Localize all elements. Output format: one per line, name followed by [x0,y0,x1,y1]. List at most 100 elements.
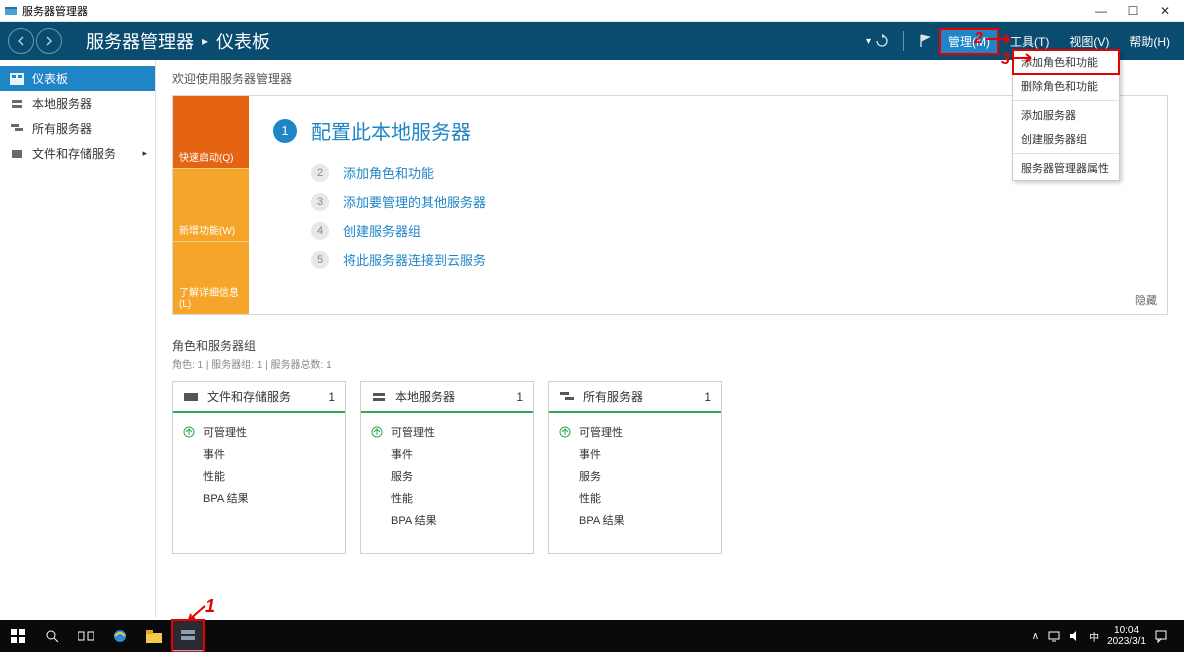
link-create-group[interactable]: 创建服务器组 [343,221,421,240]
tile-file-storage[interactable]: 文件和存储服务 1 可管理性 事件 性能 BPA 结果 [172,381,346,554]
tile-body: 可管理性 事件 服务 性能 BPA 结果 [549,413,721,553]
tab-quickstart[interactable]: 快速启动(Q) [173,96,249,168]
tile-row[interactable]: 事件 [183,443,335,465]
sidebar-item-label: 文件和存储服务 [32,145,116,162]
flag-icon[interactable] [914,30,936,52]
step-number-2: 2 [311,164,329,182]
sidebar-item-local-server[interactable]: 本地服务器 [0,91,155,116]
dd-remove-roles[interactable]: 删除角色和功能 [1013,74,1119,98]
tile-row[interactable]: 服务 [559,465,711,487]
step-1-text[interactable]: 配置此本地服务器 [311,116,471,145]
step-number-4: 4 [311,222,329,240]
sidebar: 仪表板 本地服务器 所有服务器 文件和存储服务 ▸ [0,60,156,618]
tile-body: 可管理性 事件 性能 BPA 结果 [173,413,345,553]
forward-button[interactable] [36,28,62,54]
search-button[interactable] [36,620,68,652]
start-button[interactable] [2,620,34,652]
tab-learnmore[interactable]: 了解详细信息(L) [173,241,249,314]
taskbar-right: ∧ 中 10:04 2023/3/1 [1032,620,1184,652]
link-add-servers[interactable]: 添加要管理的其他服务器 [343,192,486,211]
servers-icon [10,123,24,135]
link-cloud-connect[interactable]: 将此服务器连接到云服务 [343,250,486,269]
step-row: 4 创建服务器组 [311,221,1143,240]
sidebar-item-file-storage[interactable]: 文件和存储服务 ▸ [0,141,155,166]
tile-row[interactable]: 可管理性 [183,421,335,443]
back-button[interactable] [8,28,34,54]
tile-row[interactable]: BPA 结果 [183,487,335,509]
step-number-1: 1 [273,119,297,143]
sidebar-item-label: 所有服务器 [32,120,92,137]
show-desktop[interactable] [1176,620,1180,652]
dd-separator [1013,153,1119,154]
dd-create-group[interactable]: 创建服务器组 [1013,127,1119,151]
welcome-tabs: 快速启动(Q) 新增功能(W) 了解详细信息(L) [173,96,249,314]
tile-header: 所有服务器 1 [549,382,721,413]
tile-row[interactable]: 事件 [371,443,523,465]
sidebar-item-dashboard[interactable]: 仪表板 [0,66,155,91]
tile-count: 1 [516,390,523,404]
tiles-row: 文件和存储服务 1 可管理性 事件 性能 BPA 结果 本地服务器 1 [172,381,1168,554]
ime-indicator[interactable]: 中 [1089,629,1099,644]
tile-row[interactable]: 性能 [559,487,711,509]
breadcrumb-separator: ▸ [202,34,208,48]
clock-date: 2023/3/1 [1107,636,1146,647]
network-icon[interactable] [1047,630,1061,642]
step-number-5: 5 [311,251,329,269]
clock-time: 10:04 [1107,625,1146,636]
close-button[interactable]: ✕ [1158,4,1172,18]
status-up-icon [183,426,195,438]
storage-icon [10,148,24,160]
tile-row[interactable]: 性能 [371,487,523,509]
breadcrumb-current: 仪表板 [216,28,270,54]
ie-button[interactable] [104,620,136,652]
dd-properties[interactable]: 服务器管理器属性 [1013,156,1119,180]
refresh-icon[interactable] [871,30,893,52]
server-icon [371,391,387,403]
storage-icon [183,391,199,403]
tile-local-server[interactable]: 本地服务器 1 可管理性 事件 服务 性能 BPA 结果 [360,381,534,554]
dd-separator [1013,100,1119,101]
menu-help[interactable]: 帮助(H) [1121,29,1178,54]
explorer-button[interactable] [138,620,170,652]
groups-title: 角色和服务器组 [172,337,1168,354]
tile-row[interactable]: BPA 结果 [559,509,711,531]
status-up-icon [371,426,383,438]
status-up-icon [559,426,571,438]
tile-row[interactable]: 事件 [559,443,711,465]
taskbar: ∧ 中 10:04 2023/3/1 [0,620,1184,652]
tile-row[interactable]: 可管理性 [371,421,523,443]
tile-header: 文件和存储服务 1 [173,382,345,413]
sound-icon[interactable] [1069,630,1081,642]
server-manager-button[interactable] [172,620,204,652]
sidebar-item-label: 本地服务器 [32,95,92,112]
tile-title: 所有服务器 [583,388,643,405]
tile-row[interactable]: 可管理性 [559,421,711,443]
sidebar-item-label: 仪表板 [32,70,68,87]
roles-groups-section: 角色和服务器组 角色: 1 | 服务器组: 1 | 服务器总数: 1 文件和存储… [172,337,1168,554]
hide-link[interactable]: 隐藏 [1135,292,1157,308]
taskbar-left [0,620,204,652]
link-add-roles[interactable]: 添加角色和功能 [343,163,434,182]
tile-count: 1 [328,390,335,404]
notification-icon[interactable] [1154,629,1168,643]
groups-subtitle: 角色: 1 | 服务器组: 1 | 服务器总数: 1 [172,356,1168,371]
tab-whatsnew[interactable]: 新增功能(W) [173,168,249,241]
tile-row[interactable]: BPA 结果 [371,509,523,531]
tray-up-icon[interactable]: ∧ [1032,631,1039,642]
tile-header: 本地服务器 1 [361,382,533,413]
task-view-button[interactable] [70,620,102,652]
tile-all-servers[interactable]: 所有服务器 1 可管理性 事件 服务 性能 BPA 结果 [548,381,722,554]
sidebar-item-all-servers[interactable]: 所有服务器 [0,116,155,141]
minimize-button[interactable]: — [1094,4,1108,18]
dd-add-roles[interactable]: 添加角色和功能 [1013,50,1119,74]
dd-add-servers[interactable]: 添加服务器 [1013,103,1119,127]
tile-row[interactable]: 服务 [371,465,523,487]
window-controls: — ☐ ✕ [1094,4,1180,18]
breadcrumb[interactable]: 服务器管理器 ▸ 仪表板 [86,28,270,54]
menu-manage[interactable]: 管理(M) [940,29,998,54]
dashboard-icon [10,73,24,85]
maximize-button[interactable]: ☐ [1126,4,1140,18]
clock[interactable]: 10:04 2023/3/1 [1107,625,1146,647]
tile-row[interactable]: 性能 [183,465,335,487]
tile-title: 本地服务器 [395,388,455,405]
